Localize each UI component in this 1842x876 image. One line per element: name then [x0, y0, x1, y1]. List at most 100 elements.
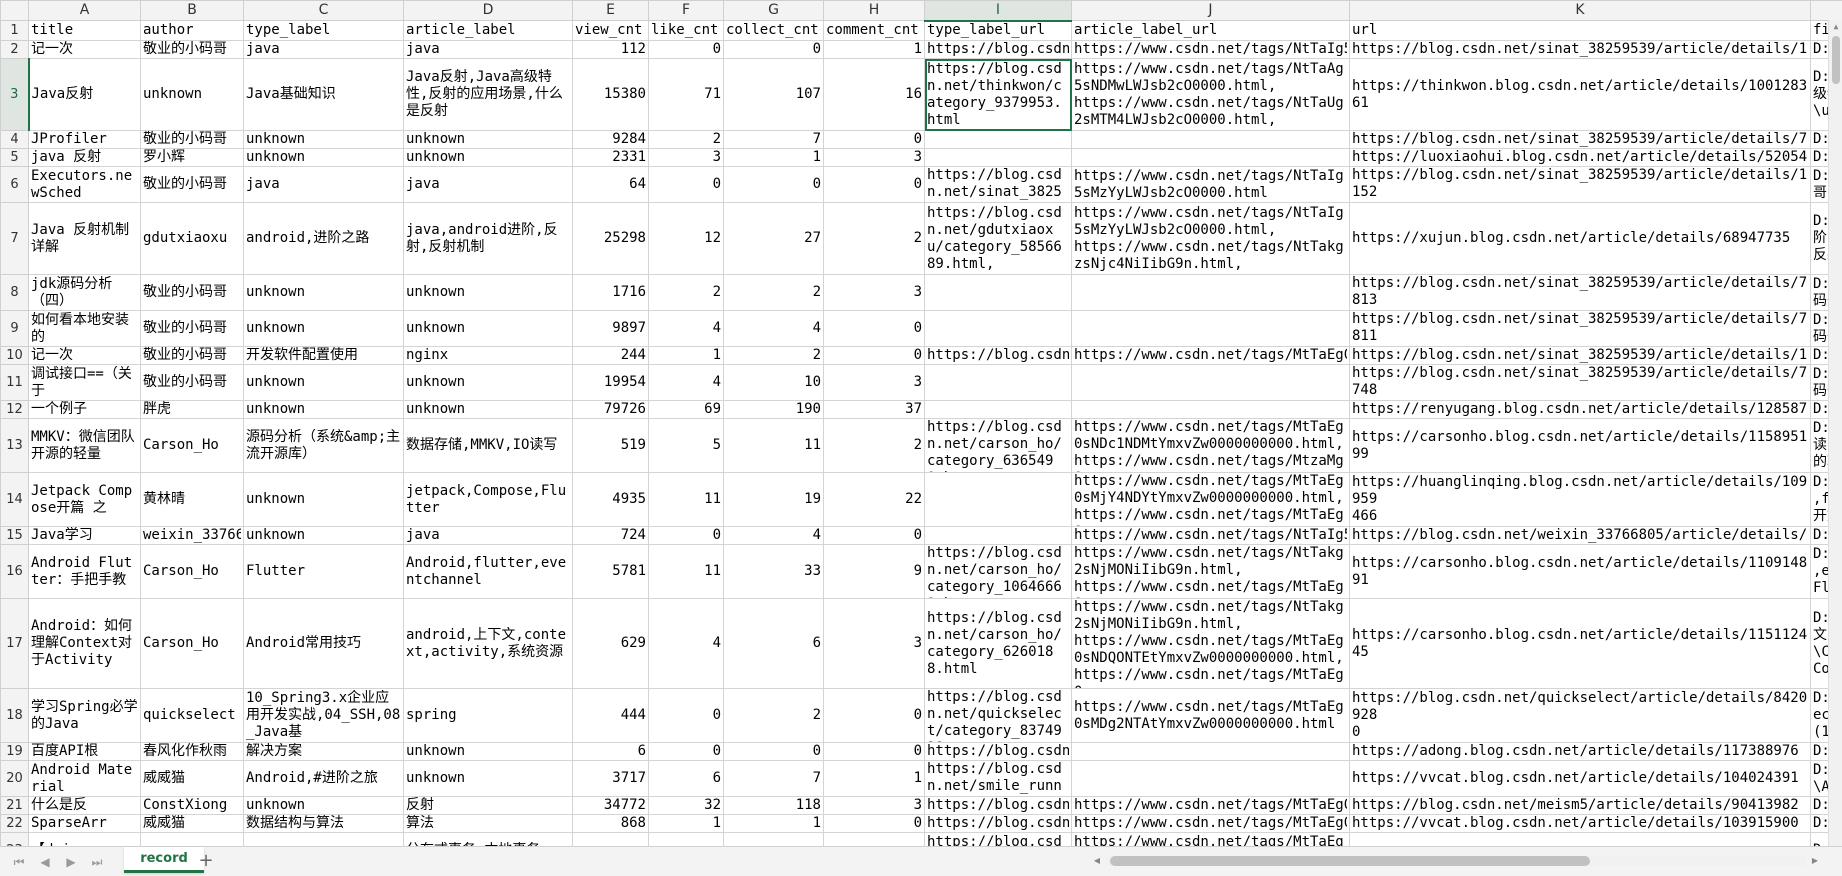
- cell[interactable]: https://www.csdn.net/tags/NtTaAg5sNDMwLW…: [1071, 58, 1350, 131]
- cell[interactable]: 3: [823, 364, 925, 401]
- cell[interactable]: MMKV：微信团队开源的轻量: [28, 418, 141, 473]
- cell[interactable]: gdutxiaoxu: [140, 202, 244, 275]
- cell[interactable]: 敬业的小码哥: [140, 40, 244, 59]
- cell[interactable]: unknown: [403, 148, 573, 167]
- cell[interactable]: [1071, 400, 1350, 419]
- cell[interactable]: title: [28, 20, 141, 41]
- cell[interactable]: unknown: [403, 274, 573, 311]
- cell[interactable]: java: [403, 40, 573, 59]
- cell[interactable]: 2: [723, 346, 824, 365]
- column-header-g[interactable]: G: [723, 0, 824, 21]
- cell[interactable]: 0: [723, 166, 824, 203]
- prev-sheet-icon[interactable]: ◀: [36, 853, 54, 871]
- cell[interactable]: 519: [572, 418, 649, 473]
- row-header[interactable]: 9: [0, 310, 29, 347]
- row-header[interactable]: 20: [0, 760, 29, 797]
- first-sheet-icon[interactable]: ⏮: [10, 853, 28, 871]
- last-sheet-icon[interactable]: ⏭: [88, 853, 106, 871]
- cell[interactable]: 0: [823, 688, 925, 743]
- cell[interactable]: Android：如何理解Context对于Activity: [28, 598, 141, 689]
- cell[interactable]: 64: [572, 166, 649, 203]
- cell[interactable]: https://renyugang.blog.csdn.net/article/…: [1349, 400, 1811, 419]
- row-header[interactable]: 1: [0, 20, 29, 41]
- cell[interactable]: 118: [723, 796, 824, 815]
- cell[interactable]: https://blog.csdn.net/sinat_382595: [924, 166, 1072, 203]
- cell[interactable]: 3: [823, 148, 925, 167]
- cell[interactable]: 244: [572, 346, 649, 365]
- select-all-corner[interactable]: [0, 0, 29, 21]
- cell[interactable]: 32: [648, 796, 724, 815]
- cell[interactable]: https://blog.csdn.net/sinat_38259539/art…: [1349, 40, 1811, 59]
- cell[interactable]: 1: [723, 148, 824, 167]
- cell[interactable]: https://blog.csdn.net/carson_ho/category…: [924, 598, 1072, 689]
- cell[interactable]: https://www.csdn.net/tags/MtTaEg0s: [1071, 832, 1350, 846]
- cell[interactable]: [1071, 364, 1350, 401]
- cell[interactable]: [924, 400, 1072, 419]
- column-header-k[interactable]: K: [1349, 0, 1811, 21]
- next-sheet-icon[interactable]: ▶: [62, 853, 80, 871]
- cell[interactable]: comment_cnt: [823, 20, 925, 41]
- cell[interactable]: Carson_Ho: [140, 418, 244, 473]
- column-header-e[interactable]: E: [572, 0, 649, 21]
- cell[interactable]: like_cnt: [648, 20, 724, 41]
- cell[interactable]: type_label: [243, 20, 404, 41]
- cell[interactable]: Carson_Ho: [140, 544, 244, 599]
- cell[interactable]: 1716: [572, 274, 649, 311]
- cell[interactable]: 107: [723, 58, 824, 131]
- cell[interactable]: 1: [823, 760, 925, 797]
- cell[interactable]: 12: [648, 202, 724, 275]
- cell[interactable]: [924, 148, 1072, 167]
- cell[interactable]: 敬业的小码哥: [140, 346, 244, 365]
- cell[interactable]: [924, 130, 1072, 149]
- cell[interactable]: 15380: [572, 58, 649, 131]
- cell[interactable]: 敬业的小码哥: [140, 130, 244, 149]
- scroll-right-icon[interactable]: ▶: [1808, 853, 1822, 869]
- cell[interactable]: Executors.newSched: [28, 166, 141, 203]
- cell[interactable]: 112: [572, 40, 649, 59]
- cell[interactable]: https://blog.csdn.net/meism5/article/det…: [1349, 796, 1811, 815]
- cell[interactable]: 反射: [403, 796, 573, 815]
- cell[interactable]: https://blog.csdn: [924, 814, 1072, 833]
- cell[interactable]: [723, 832, 824, 846]
- column-header-c[interactable]: C: [243, 0, 404, 21]
- cell[interactable]: 0: [648, 40, 724, 59]
- cell[interactable]: unknown: [243, 796, 404, 815]
- cell[interactable]: 开发软件配置使用: [243, 346, 404, 365]
- vertical-scrollbar[interactable]: ▲: [1828, 20, 1842, 846]
- column-header-f[interactable]: F: [648, 0, 724, 21]
- cell[interactable]: 威威猫: [140, 760, 244, 797]
- cell[interactable]: https://www.csdn.net/tags/NtTaIg5sMzYyLW…: [1071, 166, 1350, 203]
- cell[interactable]: [924, 310, 1072, 347]
- cell[interactable]: https://thinkwon.blog.csdn.net/article/d…: [1349, 58, 1811, 131]
- cell[interactable]: 0: [723, 742, 824, 761]
- cell[interactable]: https://www.csdn.net/tags/NtTaIg5s: [1071, 40, 1350, 59]
- cell[interactable]: unknown: [403, 400, 573, 419]
- cell[interactable]: java: [243, 40, 404, 59]
- cell[interactable]: Android常用技巧: [243, 598, 404, 689]
- cell[interactable]: 敬业的小码哥: [140, 166, 244, 203]
- cell[interactable]: 190: [723, 400, 824, 419]
- cell[interactable]: 9897: [572, 310, 649, 347]
- cell[interactable]: 数据结构与算法: [243, 814, 404, 833]
- cell[interactable]: 629: [572, 598, 649, 689]
- row-header[interactable]: 22: [0, 814, 29, 833]
- cell[interactable]: 4: [648, 310, 724, 347]
- cell[interactable]: Android Flutter：手把手教: [28, 544, 141, 599]
- row-header[interactable]: 12: [0, 400, 29, 419]
- cell[interactable]: 9: [823, 544, 925, 599]
- cell[interactable]: 0: [823, 346, 925, 365]
- cell[interactable]: https://www.csdn.net/tags/NtTakg2sNjMONi…: [1071, 544, 1350, 599]
- cell[interactable]: 【daisy-: [28, 832, 141, 846]
- cell[interactable]: quickselect: [140, 688, 244, 743]
- cell[interactable]: 记一次: [28, 40, 141, 59]
- cell[interactable]: 3: [648, 148, 724, 167]
- cell[interactable]: 0: [823, 130, 925, 149]
- cell[interactable]: 0: [648, 742, 724, 761]
- cell[interactable]: 解决方案: [243, 742, 404, 761]
- cell[interactable]: java: [403, 526, 573, 545]
- cell[interactable]: unknown: [243, 472, 404, 527]
- cell[interactable]: unknown: [403, 742, 573, 761]
- cell[interactable]: weixin_33766: [140, 526, 244, 545]
- cell[interactable]: author: [140, 20, 244, 41]
- cell[interactable]: 0: [823, 310, 925, 347]
